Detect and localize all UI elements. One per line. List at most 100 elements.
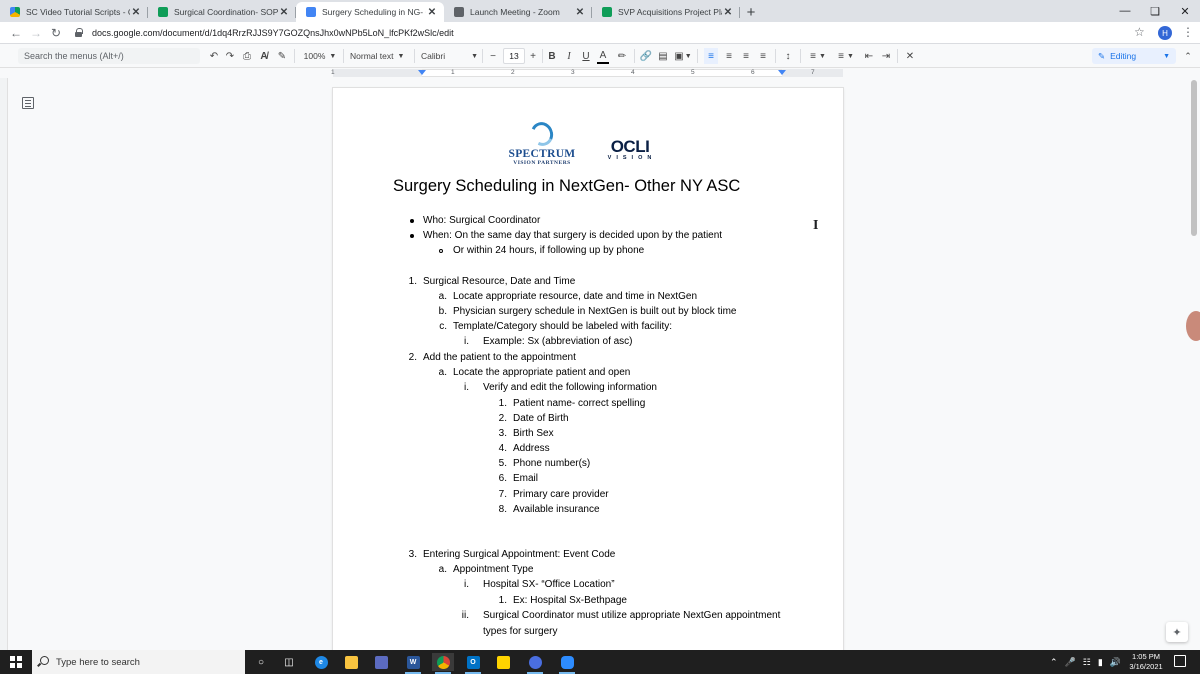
list-marker: 1. — [408, 276, 417, 287]
style-select[interactable]: Normal text ▼ — [350, 48, 410, 64]
list-item: Locate the appropriate patient and open — [453, 367, 631, 378]
link-icon[interactable]: 🔗 — [640, 48, 652, 64]
align-left-icon[interactable]: ≡ — [704, 48, 718, 64]
browser-tab-strip: SC Video Tutorial Scripts - Goog ✕ Surgi… — [0, 0, 1200, 22]
text-color-button[interactable]: A — [597, 48, 609, 64]
underline-button[interactable]: U — [580, 48, 592, 64]
decrease-indent-icon[interactable]: ⇤ — [862, 48, 876, 64]
window-close-icon[interactable]: ✕ — [1170, 0, 1200, 22]
bullet-who: Who: Surgical Coordinator — [423, 215, 541, 226]
browser-tab-4[interactable]: Launch Meeting - Zoom ✕ — [444, 2, 592, 22]
word-icon[interactable]: W — [402, 653, 424, 674]
zoom-select[interactable]: 100% ▼ — [302, 48, 338, 64]
scrollbar-thumb[interactable] — [1191, 80, 1197, 236]
ruler-left-margin — [333, 69, 422, 77]
swoosh-icon — [527, 118, 557, 150]
taskbar-search-input[interactable]: Type here to search — [32, 650, 245, 674]
bold-button[interactable]: B — [546, 48, 558, 64]
increase-indent-icon[interactable]: ⇥ — [879, 48, 893, 64]
edge-icon[interactable]: e — [310, 653, 332, 671]
docs-toolbar: Search the menus (Alt+/) ↶ ↷ ⎙ A̸ ✎ 100%… — [0, 44, 1200, 68]
clear-formatting-icon[interactable]: ✕ — [903, 48, 917, 64]
list-item: Verify and edit the following informatio… — [483, 382, 657, 393]
network-icon[interactable]: ☷ — [1083, 657, 1091, 668]
restore-icon[interactable]: ❏ — [1140, 0, 1170, 22]
store-icon[interactable] — [370, 653, 392, 671]
left-indent-marker[interactable] — [418, 70, 426, 75]
profile-avatar[interactable]: H — [1158, 26, 1172, 40]
close-icon[interactable]: ✕ — [426, 7, 438, 18]
explore-button[interactable]: ✦ — [1166, 622, 1188, 642]
bulleted-list-icon[interactable]: ≡ ▼ — [834, 48, 858, 64]
close-icon[interactable]: ✕ — [574, 7, 586, 18]
font-size-input[interactable]: 13 — [503, 48, 525, 64]
increase-font-size-button[interactable]: + — [527, 48, 539, 64]
browser-tab-5[interactable]: SVP Acquisitions Project Plan- U ✕ — [592, 2, 740, 22]
document-page[interactable]: SPECTRUM VISION PARTNERS OCLI VISION Sur… — [333, 88, 843, 658]
taskbar-clock[interactable]: 1:05 PM 3/16/2021 — [1126, 652, 1166, 672]
reload-icon[interactable]: ↻ — [46, 26, 66, 40]
new-tab-button[interactable]: + — [740, 2, 762, 22]
sticky-notes-icon[interactable] — [492, 653, 514, 671]
task-view-icon[interactable]: ◫ — [278, 653, 300, 671]
file-explorer-icon[interactable] — [340, 653, 362, 671]
menu-search-input[interactable]: Search the menus (Alt+/) — [18, 48, 200, 64]
notification-icon[interactable] — [1174, 655, 1186, 667]
chevron-up-icon[interactable]: ⌃ — [1050, 657, 1058, 668]
collapse-toolbar-icon[interactable]: ⌃ — [1182, 48, 1194, 64]
vertical-ruler[interactable] — [0, 78, 8, 650]
bookmark-star-icon[interactable]: ☆ — [1134, 25, 1145, 39]
comment-icon[interactable]: ▤ — [657, 48, 669, 64]
ruler-number: 2 — [511, 69, 515, 76]
toolbar-divider — [294, 49, 295, 63]
battery-icon[interactable]: ▮ — [1098, 657, 1103, 668]
zoom-app-icon[interactable] — [556, 653, 578, 674]
volume-icon[interactable]: 🔊 — [1110, 657, 1121, 668]
align-right-icon[interactable]: ≡ — [739, 48, 753, 64]
close-icon[interactable]: ✕ — [130, 7, 142, 18]
editing-mode-select[interactable]: ✎ Editing ▼ — [1092, 48, 1176, 64]
forward-icon[interactable]: → — [26, 26, 46, 40]
microphone-icon[interactable]: 🎤 — [1065, 657, 1076, 668]
outlook-icon[interactable]: O — [462, 653, 484, 674]
system-tray: ⌃ 🎤 ☷ ▮ 🔊 — [1050, 650, 1128, 674]
close-icon[interactable]: ✕ — [722, 7, 734, 18]
cortana-icon[interactable]: ○ — [250, 653, 272, 671]
image-icon[interactable]: ▣ ▼ — [674, 48, 692, 64]
list-marker: 5. — [498, 458, 507, 469]
horizontal-ruler[interactable]: 1 1 2 3 4 5 6 7 — [0, 68, 1200, 78]
browser-tab-3[interactable]: Surgery Scheduling in NG- Othe ✕ — [296, 2, 444, 22]
numbered-list-icon[interactable]: ≡ ▼ — [806, 48, 830, 64]
paint-format-icon[interactable]: ✎ — [276, 48, 288, 64]
list-marker: a. — [438, 564, 447, 575]
url-input[interactable]: docs.google.com/document/d/1dq4RrzRJJS9Y… — [74, 25, 1114, 41]
align-center-icon[interactable]: ≡ — [722, 48, 736, 64]
document-outline-icon[interactable] — [22, 97, 34, 109]
sub-bullet: Or within 24 hours, if following up by p… — [453, 245, 645, 256]
italic-button[interactable]: I — [563, 48, 575, 64]
line-spacing-icon[interactable]: ↕ — [781, 48, 795, 64]
close-icon[interactable]: ✕ — [278, 7, 290, 18]
clock-time: 1:05 PM — [1132, 652, 1160, 661]
browser-tab-1[interactable]: SC Video Tutorial Scripts - Goog ✕ — [0, 2, 148, 22]
snipping-tool-icon[interactable] — [524, 653, 546, 674]
minimize-icon[interactable]: — — [1110, 0, 1140, 22]
font-select[interactable]: Calibri ▼ — [421, 48, 481, 64]
redo-icon[interactable]: ↷ — [224, 48, 236, 64]
print-icon[interactable]: ⎙ — [241, 48, 253, 64]
highlight-icon[interactable]: ✏ — [616, 48, 628, 64]
back-icon[interactable]: ← — [6, 26, 26, 40]
browser-menu-icon[interactable]: ⋮ — [1182, 25, 1194, 39]
section-2-heading: Add the patient to the appointment — [423, 352, 576, 363]
chrome-icon[interactable] — [432, 653, 454, 674]
decrease-font-size-button[interactable]: − — [487, 48, 499, 64]
zoom-icon — [454, 7, 464, 17]
browser-tab-2[interactable]: Surgical Coordination- SOP Man ✕ — [148, 2, 296, 22]
align-justify-icon[interactable]: ≡ — [756, 48, 770, 64]
spellcheck-icon[interactable]: A̸ — [258, 48, 270, 64]
section-3-heading: Entering Surgical Appointment: Event Cod… — [423, 549, 616, 560]
right-indent-marker[interactable] — [778, 70, 786, 75]
windows-start-icon[interactable] — [10, 656, 22, 668]
side-panel-avatar[interactable] — [1186, 311, 1200, 341]
undo-icon[interactable]: ↶ — [208, 48, 220, 64]
